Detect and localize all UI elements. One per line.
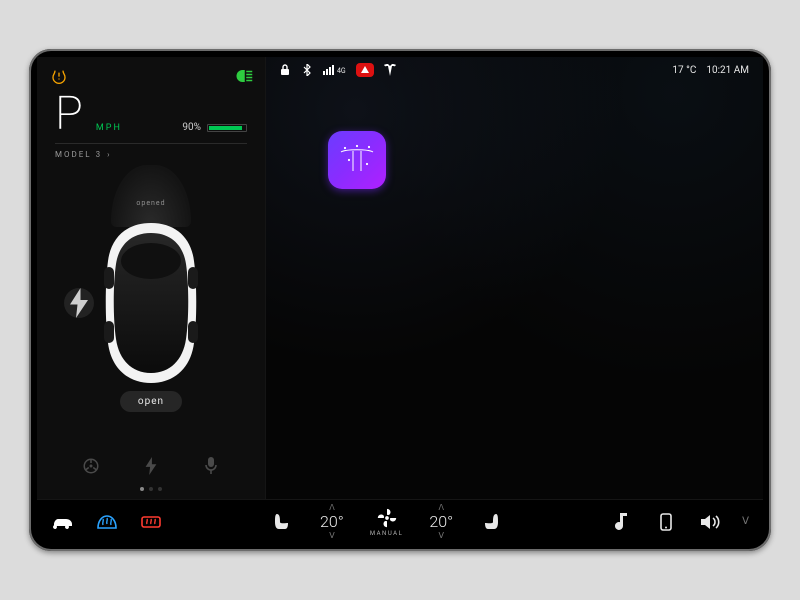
vehicle-status-panel: P MPH 90% MODEL 3 › opened	[37, 57, 265, 499]
map-background[interactable]	[266, 57, 763, 499]
model-selector[interactable]: MODEL 3 ›	[55, 143, 247, 159]
chevron-right-icon: ›	[107, 150, 111, 159]
chevron-down-icon[interactable]: ᐯ	[742, 516, 749, 527]
outside-temperature: 17 °C	[672, 65, 696, 76]
vehicle-touchscreen: 4G 17 °C 10:21 AM P MPH 90%	[29, 49, 771, 551]
temp-right-value: 20°	[429, 512, 453, 531]
car-overview: opened	[55, 159, 247, 445]
signal-label: 4G	[337, 67, 346, 75]
temp-left[interactable]: ᐱ 20° ᐯ	[320, 503, 344, 540]
fan-control[interactable]: MANUAL	[370, 507, 403, 537]
temp-right[interactable]: ᐱ 20° ᐯ	[429, 503, 453, 540]
volume-icon[interactable]	[698, 510, 722, 534]
charging-icon[interactable]	[138, 453, 164, 479]
cellular-signal-icon: 4G	[323, 65, 346, 75]
charge-port-button[interactable]	[64, 288, 94, 318]
status-bar: 4G 17 °C 10:21 AM	[265, 57, 763, 83]
wheel-icon[interactable]	[78, 453, 104, 479]
car-body-graphic[interactable]	[98, 221, 204, 385]
hood-graphic[interactable]: opened	[111, 165, 191, 227]
alert-notification-icon[interactable]	[356, 63, 374, 77]
lock-icon[interactable]	[279, 64, 291, 76]
battery-percentage: 90%	[182, 122, 201, 133]
defrost-front-icon[interactable]	[95, 510, 119, 534]
chevron-down-icon[interactable]: ᐯ	[329, 531, 334, 540]
fan-mode-label: MANUAL	[370, 530, 403, 537]
main-content-area[interactable]	[265, 57, 763, 499]
model-label: MODEL 3	[55, 150, 102, 159]
defrost-rear-icon[interactable]	[139, 510, 163, 534]
screen: 4G 17 °C 10:21 AM P MPH 90%	[37, 57, 763, 543]
speed-unit-label: MPH	[96, 123, 122, 133]
phone-icon[interactable]	[654, 510, 678, 534]
car-controls-icon[interactable]	[51, 510, 75, 534]
tire-pressure-warning-icon	[51, 68, 67, 84]
seat-heater-right-icon[interactable]	[479, 510, 503, 534]
gear-indicator: P	[55, 91, 82, 137]
clock: 10:21 AM	[706, 65, 749, 76]
chevron-up-icon[interactable]: ᐱ	[438, 503, 443, 512]
headlights-icon	[235, 69, 253, 83]
bottom-dock: ᐱ 20° ᐯ MANUAL ᐱ 20° ᐯ	[37, 499, 763, 543]
top-left-indicator-strip	[51, 65, 253, 87]
temp-left-value: 20°	[320, 512, 344, 531]
battery-bar	[207, 124, 247, 132]
trunk-open-button[interactable]: open	[120, 391, 182, 412]
main-row: P MPH 90% MODEL 3 › opened	[37, 57, 763, 499]
bluetooth-icon[interactable]	[301, 64, 313, 76]
quick-controls-row	[55, 445, 247, 479]
hood-status-label: opened	[111, 199, 191, 207]
chevron-up-icon[interactable]: ᐱ	[329, 503, 334, 512]
chevron-down-icon[interactable]: ᐯ	[438, 531, 443, 540]
seat-heater-left-icon[interactable]	[270, 510, 294, 534]
pager-dots[interactable]	[55, 479, 247, 491]
music-icon[interactable]	[610, 510, 634, 534]
tesla-logo-icon[interactable]	[384, 64, 396, 76]
microphone-icon[interactable]	[198, 453, 224, 479]
app-launcher-tile[interactable]	[328, 131, 386, 189]
fan-icon	[376, 507, 398, 529]
